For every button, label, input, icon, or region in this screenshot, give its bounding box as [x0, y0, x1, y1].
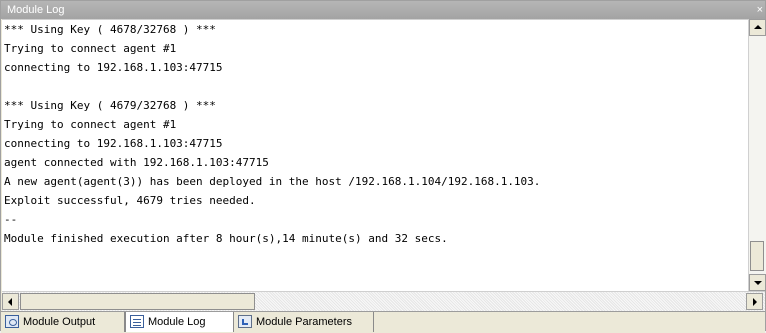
log-line: -- — [4, 213, 18, 226]
log-line: Trying to connect agent #1 — [4, 42, 177, 55]
scroll-down-button[interactable] — [749, 274, 766, 291]
tab-module-log[interactable]: Module Log — [125, 312, 234, 332]
log-line: connecting to 192.168.1.103:47715 — [4, 61, 223, 74]
tab-label: Module Log — [148, 316, 206, 328]
tab-module-output[interactable]: Module Output — [1, 312, 125, 332]
arrow-down-icon — [754, 281, 762, 285]
module-parameters-icon — [238, 315, 252, 328]
log-line: *** Using Key ( 4678/32768 ) *** — [4, 23, 216, 36]
horizontal-scrollbar[interactable] — [2, 291, 765, 311]
arrow-left-icon — [8, 298, 12, 306]
scroll-left-button[interactable] — [2, 293, 19, 310]
log-line: *** Using Key ( 4679/32768 ) *** — [4, 99, 216, 112]
vertical-scrollbar[interactable] — [748, 19, 766, 291]
log-line: Module finished execution after 8 hour(s… — [4, 232, 448, 245]
tab-label: Module Parameters — [256, 316, 352, 328]
module-log-panel: Module Log ᅟ × *** Using Key ( 4678/3276… — [0, 0, 766, 333]
tab-label: Module Output — [23, 316, 96, 328]
panel-title: Module Log — [7, 4, 65, 16]
tab-module-parameters[interactable]: Module Parameters — [234, 312, 374, 332]
module-log-icon — [130, 315, 144, 328]
module-output-icon — [5, 315, 19, 328]
log-line: Exploit successful, 4679 tries needed. — [4, 194, 256, 207]
pin-icon[interactable]: ᅟ — [741, 1, 751, 19]
scroll-up-button[interactable] — [749, 19, 766, 36]
log-line: agent connected with 192.168.1.103:47715 — [4, 156, 269, 169]
horizontal-scroll-thumb[interactable] — [20, 293, 255, 310]
log-text-area[interactable]: *** Using Key ( 4678/32768 ) *** Trying … — [2, 19, 748, 292]
log-line: Trying to connect agent #1 — [4, 118, 177, 131]
scroll-right-button[interactable] — [746, 293, 763, 310]
log-line: A new agent(agent(3)) has been deployed … — [4, 175, 541, 188]
close-icon[interactable]: × — [757, 1, 763, 19]
arrow-up-icon — [754, 25, 762, 29]
log-line: connecting to 192.168.1.103:47715 — [4, 137, 223, 150]
vertical-scroll-thumb[interactable] — [750, 241, 764, 271]
bottom-tab-bar: Module Output Module Log Module Paramete… — [1, 311, 765, 333]
arrow-right-icon — [753, 298, 757, 306]
panel-titlebar[interactable]: Module Log ᅟ × — [1, 1, 765, 19]
